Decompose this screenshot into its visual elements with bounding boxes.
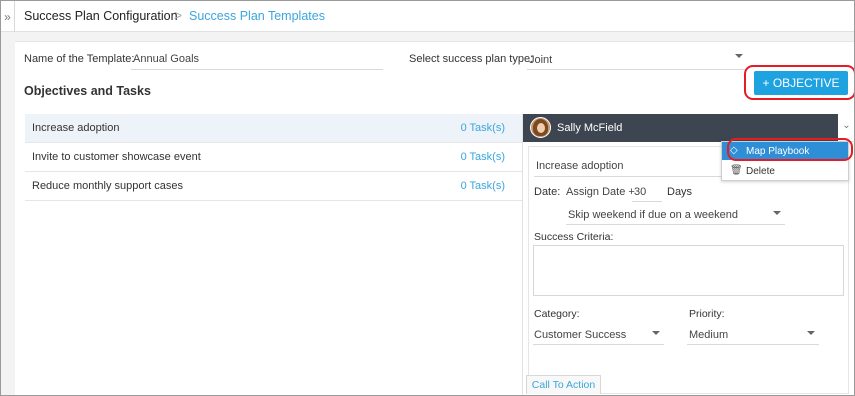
priority-caret-icon[interactable] xyxy=(807,331,815,335)
objective-tasks-link[interactable]: 0 Task(s) xyxy=(461,180,505,192)
objective-tasks-link[interactable]: 0 Task(s) xyxy=(461,151,505,163)
date-label: Date: xyxy=(534,186,561,198)
category-select[interactable]: Customer Success xyxy=(534,329,626,341)
weekend-select[interactable]: Skip weekend if due on a weekend xyxy=(568,209,738,221)
breadcrumb-separator-icon: > xyxy=(174,7,183,23)
category-caret-icon[interactable] xyxy=(652,331,660,335)
weekend-underline xyxy=(566,224,785,225)
template-name-label: Name of the Template: xyxy=(24,53,135,65)
owner-name: Sally McField xyxy=(557,122,623,134)
date-unit: Days xyxy=(667,186,693,198)
success-criteria-label: Success Criteria: xyxy=(534,231,614,243)
date-offset-underline xyxy=(632,201,662,202)
template-name-underline xyxy=(131,69,383,70)
weekend-caret-icon[interactable] xyxy=(773,211,781,215)
priority-underline xyxy=(687,344,819,345)
avatar xyxy=(530,117,551,138)
objective-row[interactable]: Invite to customer showcase event 0 Task… xyxy=(25,143,522,172)
date-offset-input[interactable]: 30 xyxy=(634,186,646,198)
category-label: Category: xyxy=(534,308,580,320)
objectives-section-title: Objectives and Tasks xyxy=(24,84,151,98)
objective-row[interactable]: Reduce monthly support cases 0 Task(s) xyxy=(25,172,522,201)
objective-tasks-link[interactable]: 0 Task(s) xyxy=(461,122,505,134)
plan-type-underline xyxy=(527,69,747,70)
objective-row[interactable]: Increase adoption 0 Task(s) xyxy=(25,114,522,143)
success-criteria-input[interactable] xyxy=(533,245,844,296)
priority-select[interactable]: Medium xyxy=(689,329,728,341)
objective-name: Reduce monthly support cases xyxy=(32,180,184,192)
tab-call-to-action[interactable]: Call To Action xyxy=(526,375,601,394)
objective-name: Invite to customer showcase event xyxy=(32,151,201,163)
priority-label: Priority: xyxy=(689,308,725,320)
menu-item-label: Delete xyxy=(746,166,775,177)
breadcrumb-bar: » Success Plan Configuration > Success P… xyxy=(1,1,854,32)
breadcrumb-current[interactable]: Success Plan Templates xyxy=(189,9,325,23)
trash-icon: 🗑 xyxy=(730,165,743,176)
app-window: » Success Plan Configuration > Success P… xyxy=(0,0,855,396)
template-name-input[interactable]: Annual Goals xyxy=(133,53,199,65)
menu-item-delete[interactable]: 🗑 Delete xyxy=(722,162,848,180)
template-panel: Name of the Template: Annual Goals Selec… xyxy=(15,41,854,395)
expand-sidebar-icon[interactable]: » xyxy=(1,1,15,32)
breadcrumb-root[interactable]: Success Plan Configuration xyxy=(24,9,178,23)
objectives-list: Increase adoption 0 Task(s) Invite to cu… xyxy=(25,114,522,201)
plan-type-label: Select success plan type: xyxy=(409,53,534,65)
objective-form: Increase adoption Date: Assign Date + 30… xyxy=(526,146,849,394)
objective-name-underline xyxy=(534,176,730,177)
highlight-ring-objective xyxy=(744,65,854,100)
objective-name-input[interactable]: Increase adoption xyxy=(536,160,623,172)
date-prefix: Assign Date + xyxy=(566,186,635,198)
highlight-ring-playbook xyxy=(727,138,853,161)
plan-type-select[interactable]: Joint xyxy=(529,54,552,66)
plan-type-caret-icon[interactable] xyxy=(735,54,743,58)
category-underline xyxy=(533,344,664,345)
objective-name: Increase adoption xyxy=(32,122,120,134)
